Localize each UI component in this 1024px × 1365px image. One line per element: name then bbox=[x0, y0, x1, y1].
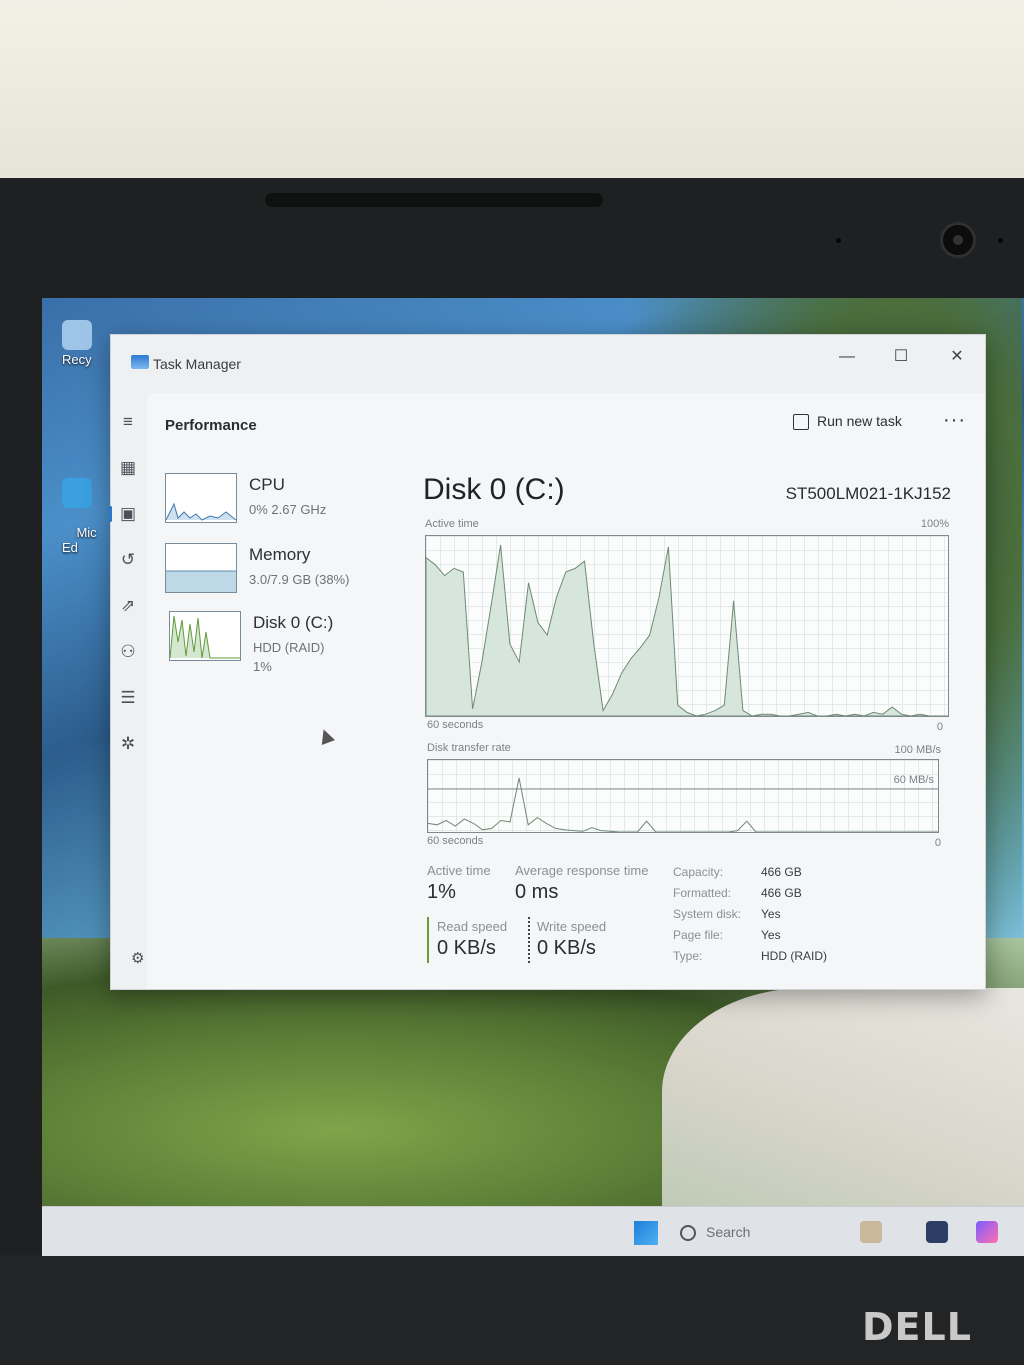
brand-logo: DELL bbox=[862, 1305, 972, 1349]
active-time-chart-label: Active time bbox=[425, 518, 479, 530]
mouse-cursor bbox=[317, 727, 335, 745]
search-placeholder: Search bbox=[706, 1224, 751, 1240]
transfer-rate-chart-label: Disk transfer rate bbox=[427, 742, 511, 754]
active-time-plot bbox=[425, 544, 948, 717]
sidebar-item-sub: HDD (RAID) 1% bbox=[253, 638, 325, 676]
read-speed-legend-bar bbox=[427, 917, 429, 963]
avg-response-stat-value: 0 ms bbox=[515, 881, 559, 903]
page-file-value: Yes bbox=[761, 928, 781, 942]
disk-title: Disk 0 (C:) bbox=[423, 473, 565, 506]
search-icon bbox=[680, 1225, 696, 1242]
write-speed-stat-value: 0 KB/s bbox=[537, 937, 596, 959]
window-title: Task Manager bbox=[153, 356, 241, 372]
sidebar-item-memory[interactable]: Memory 3.0/7.9 GB (38%) bbox=[165, 543, 395, 601]
desktop-icon-recycle-bin[interactable]: Recy bbox=[62, 320, 102, 367]
type-label: Type: bbox=[673, 949, 703, 963]
transfer-rate-max-label: 100 MB/s bbox=[894, 744, 941, 756]
memory-thumbnail-graph bbox=[165, 543, 237, 593]
run-new-task-button[interactable]: Run new task bbox=[793, 413, 902, 431]
sidebar-item-sub: 0% 2.67 GHz bbox=[249, 502, 327, 517]
edge-icon bbox=[62, 478, 92, 508]
run-new-task-label: Run new task bbox=[817, 413, 902, 429]
page-title: Performance bbox=[165, 417, 257, 434]
read-speed-stat-label: Read speed bbox=[437, 919, 508, 934]
sensor-slot bbox=[265, 193, 603, 207]
disk-usage: 1% bbox=[253, 659, 272, 674]
settings-icon[interactable]: ⚙ bbox=[131, 949, 144, 967]
active-time-x-label: 60 seconds bbox=[427, 719, 484, 731]
active-time-stat-label: Active time bbox=[427, 863, 491, 878]
formatted-label: Formatted: bbox=[673, 886, 732, 900]
performance-icon[interactable]: ▣ bbox=[117, 503, 139, 525]
close-button[interactable]: ✕ bbox=[937, 343, 977, 371]
active-time-stat-value: 1% bbox=[427, 881, 456, 903]
run-task-icon bbox=[793, 414, 809, 431]
active-time-min-label: 0 bbox=[936, 721, 943, 733]
system-disk-value: Yes bbox=[761, 907, 781, 921]
processes-icon[interactable]: ▦ bbox=[117, 457, 139, 479]
desktop-icon-label: Recy bbox=[62, 352, 92, 367]
minimize-button[interactable]: — bbox=[827, 343, 867, 371]
capacity-label: Capacity: bbox=[673, 865, 724, 879]
capacity-value: 466 GB bbox=[761, 865, 802, 879]
transfer-rate-plot bbox=[427, 777, 938, 833]
active-time-chart bbox=[425, 535, 949, 717]
sidebar-item-label: CPU bbox=[249, 475, 285, 494]
sidebar-item-label: Disk 0 (C:) bbox=[253, 613, 334, 632]
disk-thumbnail-graph bbox=[169, 611, 241, 661]
formatted-value: 466 GB bbox=[761, 886, 802, 900]
start-button[interactable] bbox=[634, 1221, 658, 1245]
system-disk-label: System disk: bbox=[673, 907, 742, 921]
taskbar: Search bbox=[42, 1206, 1024, 1256]
active-time-series bbox=[425, 544, 948, 717]
sidebar-item-cpu[interactable]: CPU 0% 2.67 GHz bbox=[165, 473, 395, 531]
read-speed-stat-value: 0 KB/s bbox=[437, 937, 496, 959]
startup-apps-icon[interactable]: ⇗ bbox=[117, 595, 139, 617]
services-icon[interactable]: ✲ bbox=[117, 733, 139, 755]
nav-rail: ≡ ▦ ▣ ↺ ⇗ ⚇ ☰ ✲ bbox=[109, 393, 145, 989]
transfer-rate-x-label: 60 seconds bbox=[427, 835, 484, 847]
background-wall bbox=[0, 0, 1024, 180]
more-options-button[interactable]: ··· bbox=[943, 409, 966, 432]
sidebar-item-label: Memory bbox=[249, 545, 311, 564]
copilot-icon[interactable] bbox=[976, 1221, 998, 1243]
disk-type: HDD (RAID) bbox=[253, 640, 325, 655]
page-file-label: Page file: bbox=[673, 928, 724, 942]
transfer-mid-label: 60 MB/s bbox=[893, 774, 934, 786]
microphone-dot bbox=[998, 238, 1003, 243]
sidebar-item-disk0[interactable]: Disk 0 (C:) HDD (RAID) 1% bbox=[165, 611, 395, 674]
performance-panel: ⚙ Performance Run new task ··· CPU 0% 2.… bbox=[131, 393, 985, 989]
cpu-thumbnail-graph bbox=[165, 473, 237, 523]
webcam bbox=[940, 222, 976, 258]
app-history-icon[interactable]: ↺ bbox=[117, 549, 139, 571]
sidebar-item-sub: 3.0/7.9 GB (38%) bbox=[249, 572, 350, 587]
taskbar-app-icon[interactable] bbox=[926, 1221, 948, 1243]
type-value: HDD (RAID) bbox=[761, 949, 827, 963]
taskbar-search[interactable]: Search bbox=[680, 1218, 860, 1246]
write-speed-legend-bar bbox=[528, 917, 530, 963]
desktop-icon-label: Mic Ed bbox=[62, 525, 97, 555]
title-bar[interactable]: Task Manager — ☐ ✕ bbox=[111, 335, 985, 393]
active-time-max-label: 100% bbox=[920, 518, 949, 530]
task-manager-window: Task Manager — ☐ ✕ ≡ ▦ ▣ ↺ ⇗ ⚇ ☰ ✲ ⚙ Per… bbox=[109, 334, 986, 990]
details-icon[interactable]: ☰ bbox=[117, 687, 139, 709]
transfer-rate-series bbox=[427, 777, 938, 833]
users-icon[interactable]: ⚇ bbox=[117, 641, 139, 663]
transfer-rate-min-label: 0 bbox=[934, 837, 941, 849]
desktop-icon-edge[interactable]: Mic Ed bbox=[62, 448, 102, 570]
task-manager-app-icon bbox=[131, 355, 149, 369]
nav-selection-indicator bbox=[109, 506, 112, 522]
taskbar-app-icon[interactable] bbox=[860, 1221, 882, 1243]
maximize-button[interactable]: ☐ bbox=[881, 343, 921, 371]
transfer-rate-chart: 60 MB/s bbox=[427, 759, 939, 833]
hamburger-icon[interactable]: ≡ bbox=[117, 411, 139, 433]
recycle-bin-icon bbox=[62, 320, 92, 350]
screen: Recy Mic Ed Task Manager — ☐ ✕ ≡ ▦ ▣ ↺ ⇗… bbox=[42, 298, 1024, 1256]
camera-light bbox=[836, 238, 841, 243]
disk-model: ST500LM021-1KJ152 bbox=[785, 484, 951, 503]
avg-response-stat-label: Average response time bbox=[515, 863, 649, 878]
write-speed-stat-label: Write speed bbox=[537, 919, 607, 934]
